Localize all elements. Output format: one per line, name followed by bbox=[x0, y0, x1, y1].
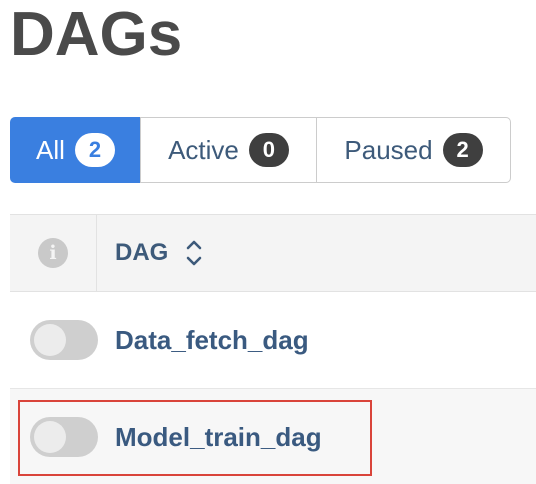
page-title: DAGs bbox=[10, 0, 183, 69]
filter-active-button[interactable]: Active 0 bbox=[140, 117, 317, 183]
dag-pause-toggle[interactable] bbox=[30, 320, 98, 360]
dag-pause-toggle[interactable] bbox=[30, 417, 98, 457]
dag-id-link[interactable]: Model_train_dag bbox=[115, 422, 322, 453]
dags-table: i DAG Data_fetch_dag Model_train_dag bbox=[10, 214, 536, 484]
filter-paused-label: Paused bbox=[344, 134, 433, 165]
filter-active-label: Active bbox=[168, 134, 239, 165]
dag-status-filter: All 2 Active 0 Paused 2 bbox=[10, 117, 511, 183]
dags-page: DAGs All 2 Active 0 Paused 2 i DAG Data_… bbox=[0, 0, 536, 484]
table-header-row: i DAG bbox=[10, 215, 536, 292]
sort-icon[interactable] bbox=[184, 236, 204, 270]
info-icon: i bbox=[38, 238, 68, 268]
table-row: Data_fetch_dag bbox=[10, 292, 536, 389]
toggle-knob bbox=[34, 324, 66, 356]
dag-column-label: DAG bbox=[115, 239, 169, 266]
toggle-knob bbox=[34, 421, 66, 453]
filter-paused-count-badge: 2 bbox=[442, 133, 483, 167]
filter-all-count-badge: 2 bbox=[74, 133, 115, 167]
dag-id-link[interactable]: Data_fetch_dag bbox=[115, 325, 309, 356]
filter-all-label: All bbox=[36, 134, 65, 165]
filter-paused-button[interactable]: Paused 2 bbox=[316, 117, 511, 183]
filter-active-count-badge: 0 bbox=[248, 133, 289, 167]
table-row: Model_train_dag bbox=[10, 389, 536, 484]
dag-column-header[interactable]: DAG bbox=[97, 215, 204, 291]
info-column-header: i bbox=[10, 215, 97, 291]
filter-all-button[interactable]: All 2 bbox=[10, 117, 141, 183]
